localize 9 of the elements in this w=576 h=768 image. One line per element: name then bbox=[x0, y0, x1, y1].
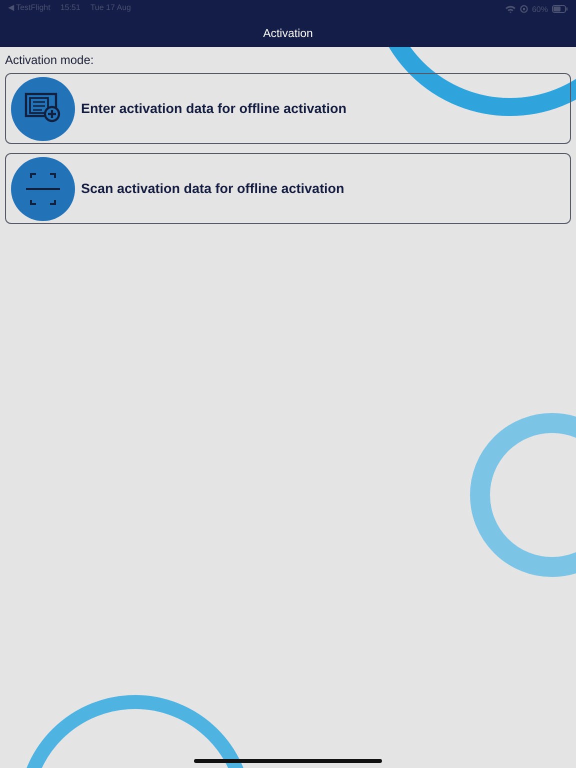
option-button[interactable]: Enter activation data for offline activation bbox=[5, 73, 571, 144]
wifi-icon bbox=[504, 5, 516, 13]
section-label: Activation mode: bbox=[5, 53, 95, 67]
lock-rotation-icon bbox=[520, 5, 528, 13]
scan-icon bbox=[11, 156, 75, 220]
document-add-icon bbox=[11, 76, 75, 140]
battery-icon bbox=[552, 5, 568, 13]
option-button[interactable]: Scan activation data for offline activation bbox=[5, 153, 571, 224]
nav-title: Activation bbox=[262, 27, 314, 40]
